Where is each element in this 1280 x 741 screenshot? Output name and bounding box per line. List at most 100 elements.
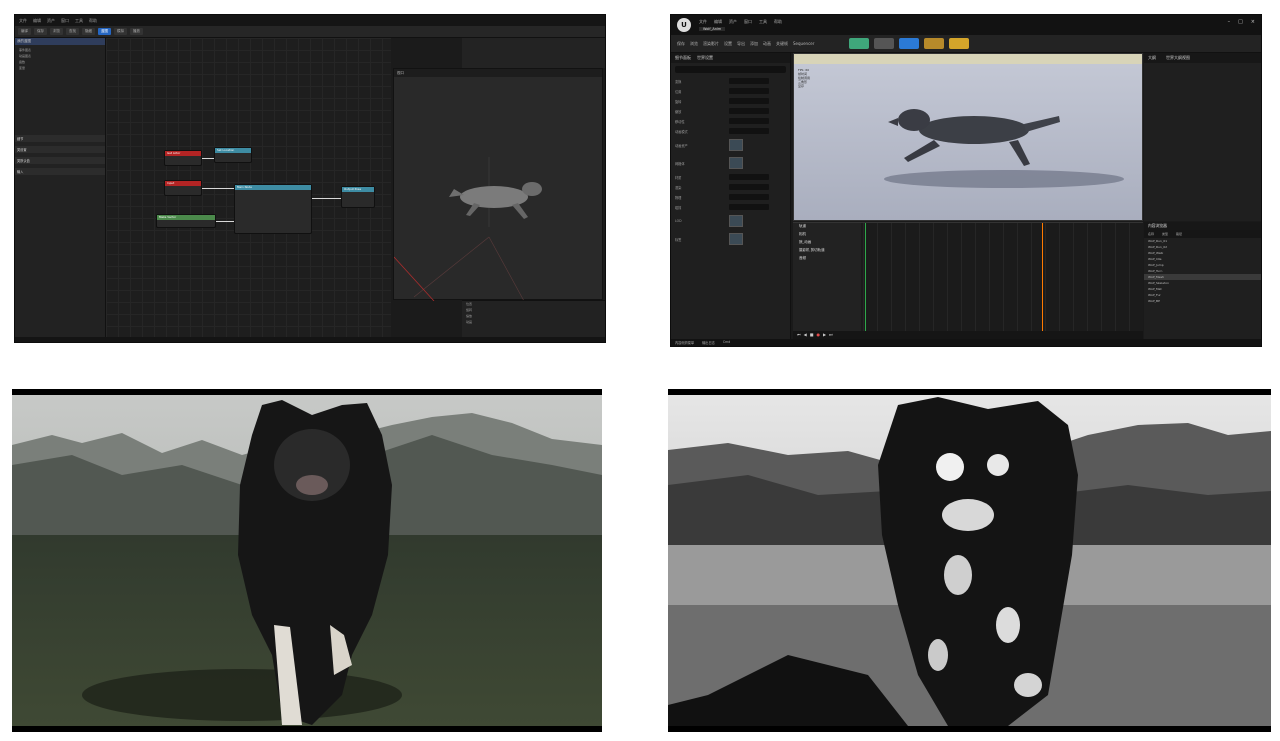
event-graph-canvas[interactable]: Get Actor Set Location Input Main Node M… (106, 38, 391, 342)
toolbar-button-active[interactable]: 蓝图 (98, 28, 111, 35)
track-item[interactable]: 相机 (793, 231, 861, 239)
settings-button[interactable] (949, 38, 970, 49)
track-item[interactable]: 摄影机 剪切轨道 (793, 247, 861, 255)
toolbar-button[interactable]: 关键帧 (776, 41, 788, 47)
menu-item[interactable]: 窗口 (744, 19, 752, 25)
property-value[interactable] (729, 98, 769, 104)
property-value[interactable] (729, 78, 769, 84)
menu-item[interactable]: 资产 (729, 19, 737, 25)
track-item[interactable]: 轨道 (793, 223, 861, 231)
timeline-area[interactable] (863, 223, 1143, 340)
status-item[interactable]: 输出日志 (702, 340, 715, 345)
toolbar-button[interactable]: 编译 (18, 28, 31, 35)
menu-item[interactable]: 文件 (699, 19, 707, 25)
tab-world-outliner[interactable]: 世界大纲视图 (1166, 55, 1190, 61)
unreal-logo-icon: U (677, 18, 691, 32)
asset-thumbnail[interactable] (729, 233, 743, 245)
asset-row[interactable]: Wolf_BP (1144, 298, 1261, 304)
stop-icon[interactable]: ■ (810, 332, 814, 339)
play-icon[interactable]: ▶ (823, 332, 826, 339)
section-header[interactable]: 类设置 (15, 146, 105, 153)
toolbar-button[interactable]: 保存 (677, 41, 685, 47)
tab-world-settings[interactable]: 世界设置 (697, 55, 713, 61)
tab-details[interactable]: 细节面板 (675, 55, 691, 61)
toolbar-button[interactable]: 查找 (66, 28, 79, 35)
menu-item[interactable]: 编辑 (714, 19, 722, 25)
skip-back-icon[interactable]: ⏮ (797, 332, 801, 339)
column-header[interactable]: 名称 (1148, 232, 1154, 236)
level-viewport[interactable]: FPS: 60 帧时间 绘制调用 三角形 显存 (793, 53, 1143, 221)
column-header[interactable]: 路径 (1176, 232, 1182, 236)
blueprint-node[interactable]: Input (164, 180, 202, 196)
blueprint-node[interactable]: Get Actor (164, 150, 202, 166)
node-wire (202, 158, 214, 159)
blueprint-node[interactable]: Output Pose (341, 186, 375, 208)
property-label: 缩放 (675, 109, 682, 114)
playhead[interactable] (1042, 223, 1043, 340)
section-header[interactable]: 类默认值 (15, 157, 105, 164)
property-value[interactable] (729, 128, 769, 134)
toolbar-button[interactable]: 模拟 (114, 28, 127, 35)
mode-button[interactable] (874, 38, 895, 49)
column-header[interactable]: 类型 (1162, 232, 1168, 236)
status-item[interactable]: 内容侧滑菜单 (675, 340, 694, 345)
toolbar-button[interactable]: 设置 (724, 41, 732, 47)
play-button[interactable] (899, 38, 920, 49)
menu-item[interactable]: 工具 (759, 19, 767, 25)
menu-item[interactable]: 文件 (19, 18, 27, 24)
menu-item[interactable]: 编辑 (33, 18, 41, 24)
property-value[interactable] (729, 118, 769, 124)
asset-thumbnail[interactable] (729, 215, 743, 227)
ink-wolf-render-image (668, 395, 1271, 726)
blueprint-node[interactable]: Main Node (234, 184, 312, 234)
toolbar-button[interactable]: 添加 (750, 41, 758, 47)
asset-thumbnail[interactable] (729, 157, 743, 169)
toolbar-button[interactable]: 隐藏 (82, 28, 95, 35)
build-button[interactable] (924, 38, 945, 49)
tab-outliner[interactable]: 大纲 (1148, 55, 1156, 61)
preview-viewport[interactable]: 视口 (393, 68, 603, 302)
menu-item[interactable]: 工具 (75, 18, 83, 24)
blueprint-node[interactable]: Make Vector (156, 214, 216, 228)
section-header[interactable]: 输入 (15, 168, 105, 175)
skip-forward-icon[interactable]: ⏭ (829, 332, 833, 339)
asset-thumbnail[interactable] (729, 139, 743, 151)
toolbar-button[interactable]: 保存 (34, 28, 47, 35)
status-bar: 内容侧滑菜单 输出日志 Cmd (671, 339, 1261, 346)
maximize-icon[interactable]: □ (1238, 19, 1243, 25)
property-value[interactable] (729, 194, 769, 200)
toolbar-button[interactable]: Sequencer (793, 41, 814, 46)
property-value[interactable] (729, 88, 769, 94)
menu-item[interactable]: 窗口 (61, 18, 69, 24)
wolf-render-image (12, 395, 602, 726)
toolbar-button[interactable]: 渲染影片 (703, 41, 719, 47)
detail-row[interactable]: 动画 (462, 319, 605, 325)
toolbar-button[interactable]: 动画 (763, 41, 771, 47)
track-item[interactable]: 狼_动画 (793, 239, 861, 247)
toolbar-button[interactable]: 浏览 (50, 28, 63, 35)
level-tab[interactable]: Wolf_Anim (699, 27, 726, 31)
record-icon[interactable]: ● (816, 332, 820, 339)
minimize-icon[interactable]: – (1228, 19, 1231, 25)
node-title: Main Node (235, 185, 311, 190)
status-item[interactable]: Cmd (723, 340, 730, 345)
property-value[interactable] (729, 184, 769, 190)
property-value[interactable] (729, 108, 769, 114)
green-mode-button[interactable] (849, 38, 870, 49)
toolbar-button[interactable]: 播放 (130, 28, 143, 35)
step-back-icon[interactable]: ◀ (804, 332, 807, 339)
property-value[interactable] (729, 204, 769, 210)
menu-item[interactable]: 帮助 (774, 19, 782, 25)
section-header[interactable]: 细节 (15, 135, 105, 142)
blueprint-node[interactable]: Set Location (214, 147, 252, 163)
toolbar-button[interactable]: 浏览 (690, 41, 698, 47)
property-label: LOD (675, 219, 682, 223)
toolbar-button[interactable]: 导出 (737, 41, 745, 47)
property-value[interactable] (729, 174, 769, 180)
close-icon[interactable]: × (1251, 19, 1255, 25)
search-input[interactable] (675, 66, 786, 73)
track-item[interactable]: 音频 (793, 255, 861, 263)
property-label: 旋转 (675, 99, 682, 104)
menu-item[interactable]: 资产 (47, 18, 55, 24)
menu-item[interactable]: 帮助 (89, 18, 97, 24)
